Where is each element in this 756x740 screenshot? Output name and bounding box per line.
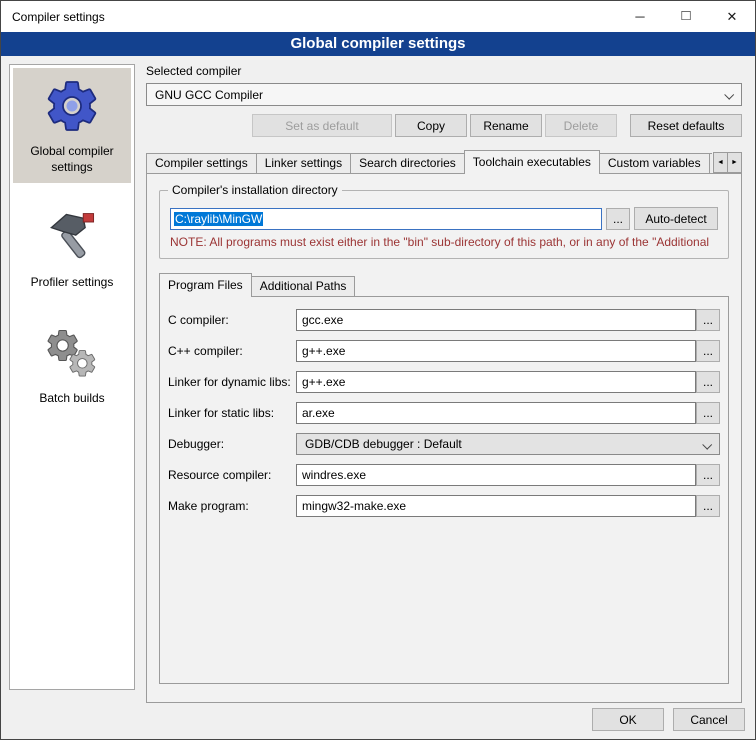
minimize-button[interactable]: ─ (617, 1, 663, 32)
c-compiler-input[interactable] (296, 309, 696, 331)
debugger-select[interactable]: GDB/CDB debugger : Default (296, 433, 720, 455)
resource-compiler-browse-button[interactable]: ... (696, 464, 720, 486)
debugger-select-value: GDB/CDB debugger : Default (305, 437, 462, 451)
tab-additional-paths[interactable]: Additional Paths (251, 276, 356, 297)
profiler-hammer-icon (40, 205, 104, 269)
sidebar-item-label: Profiler settings (31, 275, 114, 291)
sidebar-item-label: Global compiler settings (15, 144, 129, 175)
make-program-browse-button[interactable]: ... (696, 495, 720, 517)
settings-category-sidebar: Global compiler settings Profiler settin… (9, 64, 135, 690)
sidebar-item-profiler-settings[interactable]: Profiler settings (13, 199, 131, 299)
ok-button[interactable]: OK (592, 708, 664, 731)
form-row: C compiler: ... (168, 309, 720, 331)
compiler-select[interactable]: GNU GCC Compiler (146, 83, 742, 106)
installation-directory-group: Compiler's installation directory C:\ray… (159, 190, 729, 259)
settings-tabstrip: Compiler settings Linker settings Search… (146, 150, 742, 174)
sidebar-item-batch-builds[interactable]: Batch builds (13, 315, 131, 415)
tab-toolchain-executables[interactable]: Toolchain executables (464, 150, 600, 174)
minimize-icon: ─ (635, 9, 644, 24)
static-linker-browse-button[interactable]: ... (696, 402, 720, 424)
titlebar: Compiler settings ─ □ ✕ (1, 1, 755, 32)
static-linker-input[interactable] (296, 402, 696, 424)
cancel-button[interactable]: Cancel (673, 708, 745, 731)
tab-linker-settings[interactable]: Linker settings (256, 153, 351, 174)
sidebar-item-global-compiler-settings[interactable]: Global compiler settings (13, 68, 131, 183)
tab-search-directories[interactable]: Search directories (350, 153, 465, 174)
form-row: Debugger: GDB/CDB debugger : Default (168, 433, 720, 455)
tab-scroll-left-button[interactable]: ◄ (713, 152, 728, 173)
copy-button[interactable]: Copy (395, 114, 467, 137)
form-row: Resource compiler: ... (168, 464, 720, 486)
tabs-scroll-area: Compiler settings Linker settings Search… (146, 150, 712, 174)
delete-button[interactable]: Delete (545, 114, 617, 137)
close-button[interactable]: ✕ (709, 1, 755, 32)
dialog-header-title: Global compiler settings (1, 32, 755, 56)
tab-program-files[interactable]: Program Files (159, 273, 252, 297)
cpp-compiler-browse-button[interactable]: ... (696, 340, 720, 362)
debugger-label: Debugger: (168, 437, 296, 451)
tab-scroll-buttons: ◄ ► (714, 152, 742, 173)
program-files-panel: C compiler: ... C++ compiler: ... Linker… (159, 296, 729, 684)
gear-blue-icon (40, 74, 104, 138)
make-program-label: Make program: (168, 499, 296, 513)
resource-compiler-input[interactable] (296, 464, 696, 486)
form-row: Linker for dynamic libs: ... (168, 371, 720, 393)
window-title: Compiler settings (1, 10, 105, 24)
main-panel: Selected compiler GNU GCC Compiler Set a… (146, 64, 742, 703)
reset-defaults-button[interactable]: Reset defaults (630, 114, 742, 137)
form-row: C++ compiler: ... (168, 340, 720, 362)
toolchain-executables-panel: Compiler's installation directory C:\ray… (146, 173, 742, 703)
program-files-tabstrip: Program Files Additional Paths (159, 273, 729, 297)
compiler-select-value: GNU GCC Compiler (155, 88, 263, 102)
maximize-icon: □ (681, 7, 690, 24)
dialog-footer: OK Cancel (592, 708, 745, 731)
install-dir-input[interactable]: C:\raylib\MinGW (170, 208, 602, 230)
cpp-compiler-label: C++ compiler: (168, 344, 296, 358)
installation-directory-group-title: Compiler's installation directory (168, 183, 342, 197)
tab-scroll-right-button[interactable]: ► (727, 152, 742, 173)
window-controls: ─ □ ✕ (617, 1, 755, 32)
auto-detect-button[interactable]: Auto-detect (634, 207, 718, 230)
tab-build-options[interactable]: Buil (709, 153, 712, 174)
chevron-down-icon (702, 440, 712, 450)
dynamic-linker-browse-button[interactable]: ... (696, 371, 720, 393)
form-row: Linker for static libs: ... (168, 402, 720, 424)
note-text: NOTE: All programs must exist either in … (170, 235, 718, 249)
rename-button[interactable]: Rename (470, 114, 542, 137)
sidebar-item-label: Batch builds (39, 391, 104, 407)
dynamic-linker-input[interactable] (296, 371, 696, 393)
gears-gray-icon (40, 321, 104, 385)
c-compiler-browse-button[interactable]: ... (696, 309, 720, 331)
static-linker-label: Linker for static libs: (168, 406, 296, 420)
compiler-actions: Set as default Copy Rename Delete Reset … (146, 114, 742, 137)
arrow-left-icon: ◄ (717, 159, 724, 166)
tab-custom-variables[interactable]: Custom variables (599, 153, 710, 174)
close-icon: ✕ (727, 9, 738, 25)
selected-compiler-label: Selected compiler (146, 64, 742, 78)
maximize-button[interactable]: □ (663, 1, 709, 32)
form-row: Make program: ... (168, 495, 720, 517)
set-as-default-button[interactable]: Set as default (252, 114, 392, 137)
installation-directory-row: C:\raylib\MinGW ... Auto-detect (170, 207, 718, 230)
install-dir-browse-button[interactable]: ... (606, 208, 630, 230)
make-program-input[interactable] (296, 495, 696, 517)
install-dir-selected-text: C:\raylib\MinGW (174, 212, 263, 226)
compiler-settings-dialog: Compiler settings ─ □ ✕ Global compiler … (0, 0, 756, 740)
c-compiler-label: C compiler: (168, 313, 296, 327)
chevron-down-icon (724, 90, 734, 100)
resource-compiler-label: Resource compiler: (168, 468, 296, 482)
arrow-right-icon: ► (731, 159, 738, 166)
dynamic-linker-label: Linker for dynamic libs: (168, 375, 296, 389)
tab-compiler-settings[interactable]: Compiler settings (146, 153, 257, 174)
cpp-compiler-input[interactable] (296, 340, 696, 362)
